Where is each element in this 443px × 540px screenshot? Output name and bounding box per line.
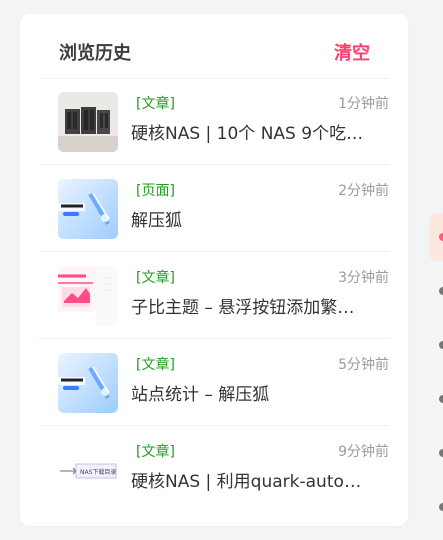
history-time: 2分钟前 bbox=[338, 183, 389, 199]
history-tag: [文章] bbox=[136, 444, 175, 460]
nas-download-dir-label: NAS下载目录 bbox=[80, 468, 116, 476]
nas-device-thumbnail bbox=[58, 92, 118, 152]
page: 浏览历史 清空 [文章] 1分钟前 硬核NAS | 10个 NAS 9个吃灰？ … bbox=[0, 0, 443, 540]
history-panel: 浏览历史 清空 [文章] 1分钟前 硬核NAS | 10个 NAS 9个吃灰？ … bbox=[20, 14, 408, 526]
side-toolbar bbox=[429, 213, 443, 537]
history-tag: [文章] bbox=[136, 96, 175, 112]
history-time: 5分钟前 bbox=[338, 357, 389, 373]
panel-header: 浏览历史 清空 bbox=[20, 14, 408, 78]
history-title: 站点统计 – 解压狐 bbox=[131, 385, 270, 405]
history-time: 9分钟前 bbox=[338, 444, 389, 460]
history-item[interactable]: [文章] 5分钟前 站点统计 – 解压狐 bbox=[39, 339, 389, 426]
history-time: 1分钟前 bbox=[338, 96, 389, 112]
side-tool-button[interactable] bbox=[429, 483, 443, 531]
clear-history-button[interactable]: 清空 bbox=[334, 44, 370, 64]
side-tool-icon bbox=[439, 395, 443, 403]
history-list: [文章] 1分钟前 硬核NAS | 10个 NAS 9个吃灰？ [页面] 2分钟… bbox=[39, 78, 389, 512]
side-tool-button[interactable] bbox=[429, 213, 443, 261]
panel-title: 浏览历史 bbox=[59, 43, 131, 64]
history-item[interactable]: [文章] 3分钟前 子比主题 – 悬浮按钮添加繁简切换 bbox=[39, 252, 389, 339]
side-tool-icon bbox=[439, 233, 443, 241]
jieyahu-banner-thumbnail bbox=[58, 179, 118, 239]
history-title: 硬核NAS | 10个 NAS 9个吃灰？ bbox=[131, 124, 366, 144]
nas-flow-thumbnail: NAS下载目录 bbox=[58, 440, 118, 500]
history-tag: [页面] bbox=[136, 183, 175, 199]
history-title: 子比主题 – 悬浮按钮添加繁简切换 bbox=[131, 298, 366, 318]
side-tool-button[interactable] bbox=[429, 375, 443, 423]
history-title: 硬核NAS | 利用quark-auto-save bbox=[131, 472, 366, 492]
side-tool-button[interactable] bbox=[429, 321, 443, 369]
side-tool-icon bbox=[439, 287, 443, 295]
side-tool-icon bbox=[439, 503, 443, 511]
side-tool-icon bbox=[439, 341, 443, 349]
history-time: 3分钟前 bbox=[338, 270, 389, 286]
history-title: 解压狐 bbox=[131, 211, 182, 231]
side-tool-button[interactable] bbox=[429, 429, 443, 477]
history-item[interactable]: [文章] 1分钟前 硬核NAS | 10个 NAS 9个吃灰？ bbox=[39, 78, 389, 165]
history-tag: [文章] bbox=[136, 270, 175, 286]
side-tool-icon bbox=[439, 449, 443, 457]
side-tool-button[interactable] bbox=[429, 267, 443, 315]
jieyahu-banner-thumbnail bbox=[58, 353, 118, 413]
history-tag: [文章] bbox=[136, 357, 175, 373]
history-item[interactable]: [页面] 2分钟前 解压狐 bbox=[39, 165, 389, 252]
pink-theme-thumbnail bbox=[58, 266, 118, 326]
history-item[interactable]: NAS下载目录 [文章] 9分钟前 硬核NAS | 利用quark-auto-s… bbox=[39, 426, 389, 512]
